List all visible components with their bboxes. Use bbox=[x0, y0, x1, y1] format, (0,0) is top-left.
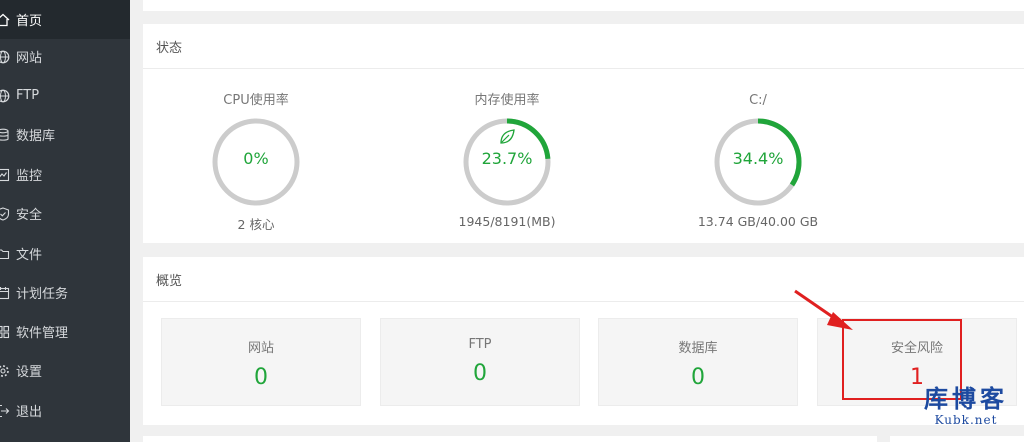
watermark-url: Kubk.net bbox=[934, 413, 998, 427]
overview-card-website[interactable]: 网站 0 bbox=[161, 318, 361, 406]
folder-icon bbox=[0, 247, 16, 261]
database-icon bbox=[0, 128, 16, 142]
gauge-title: C:/ bbox=[749, 93, 767, 108]
overview-card-ftp[interactable]: FTP 0 bbox=[380, 318, 580, 406]
gauge-ring: 23.7% bbox=[461, 116, 553, 208]
overview-card-database[interactable]: 数据库 0 bbox=[598, 318, 798, 406]
gauge-subtext: 13.74 GB/40.00 GB bbox=[697, 214, 819, 229]
sidebar-item-cron[interactable]: 计划任务 bbox=[0, 273, 130, 312]
leaf-icon[interactable] bbox=[500, 129, 515, 144]
overview-card-value: 0 bbox=[691, 365, 705, 390]
overview-card-value: 0 bbox=[254, 365, 268, 390]
calendar-icon bbox=[0, 286, 16, 300]
sidebar: 首页 网站 FTP 数据库 监控 安全 文件 计划任务 软件管理 设置 退出 bbox=[0, 0, 130, 442]
sidebar-item-label: 设置 bbox=[16, 365, 43, 380]
overview-card-label: FTP bbox=[468, 337, 492, 352]
sidebar-item-label: FTP bbox=[16, 88, 40, 103]
sidebar-item-software[interactable]: 软件管理 bbox=[0, 312, 130, 351]
disk-gauge: C:/ 34.4% 13.74 GB/40.00 GB bbox=[668, 92, 848, 229]
overview-card-label: 网站 bbox=[247, 341, 274, 356]
overview-card-value: 0 bbox=[473, 361, 487, 386]
sidebar-item-label: 网站 bbox=[16, 51, 43, 66]
cpu-gauge: CPU使用率 0% 2 核心 bbox=[166, 92, 346, 233]
sidebar-item-settings[interactable]: 设置 bbox=[0, 351, 130, 390]
gauge-subtext: 2 核心 bbox=[237, 217, 275, 232]
sidebar-item-files[interactable]: 文件 bbox=[0, 234, 130, 273]
gauge-title: CPU使用率 bbox=[223, 93, 289, 108]
sidebar-item-home[interactable]: 首页 bbox=[0, 0, 130, 39]
bottom-panel-right bbox=[890, 436, 1024, 442]
sidebar-item-label: 软件管理 bbox=[16, 326, 69, 341]
overview-panel-title: 概览 bbox=[143, 257, 1024, 302]
sidebar-item-logout[interactable]: 退出 bbox=[0, 391, 130, 430]
gauge-subtext: 1945/8191(MB) bbox=[458, 214, 556, 229]
sidebar-item-label: 安全 bbox=[16, 208, 43, 223]
sidebar-item-website[interactable]: 网站 bbox=[0, 37, 130, 76]
sidebar-item-monitor[interactable]: 监控 bbox=[0, 155, 130, 194]
monitor-icon bbox=[0, 168, 16, 182]
apps-icon bbox=[0, 325, 16, 339]
watermark-logo: 库博客 Kubk.net bbox=[908, 384, 1024, 428]
sidebar-item-ftp[interactable]: FTP bbox=[0, 76, 130, 115]
gauge-value: 34.4% bbox=[732, 149, 784, 168]
top-panel bbox=[143, 0, 1024, 11]
gear-icon bbox=[0, 364, 16, 378]
sidebar-item-database[interactable]: 数据库 bbox=[0, 115, 130, 154]
gauge-value: 0% bbox=[243, 149, 269, 168]
globe-icon bbox=[0, 89, 16, 103]
status-panel-title: 状态 bbox=[143, 24, 1024, 69]
gauge-title: 内存使用率 bbox=[474, 93, 540, 108]
sidebar-item-label: 计划任务 bbox=[16, 287, 69, 302]
sidebar-item-label: 首页 bbox=[16, 14, 43, 29]
overview-card-label: 数据库 bbox=[678, 341, 718, 356]
sidebar-item-label: 监控 bbox=[16, 169, 43, 184]
home-icon bbox=[0, 13, 16, 27]
gauge-ring: 34.4% bbox=[712, 116, 804, 208]
logout-icon bbox=[0, 404, 16, 418]
memory-gauge[interactable]: 内存使用率 23.7% 1945/8191(MB) bbox=[417, 92, 597, 229]
shield-icon bbox=[0, 206, 16, 221]
bottom-panel-left bbox=[143, 436, 877, 442]
sidebar-item-security[interactable]: 安全 bbox=[0, 194, 130, 233]
sidebar-item-label: 退出 bbox=[16, 405, 43, 420]
sidebar-item-label: 文件 bbox=[16, 248, 43, 263]
gauge-ring: 0% bbox=[210, 116, 302, 208]
globe-icon bbox=[0, 50, 16, 64]
watermark-title: 库博客 bbox=[924, 384, 1008, 413]
gauge-value: 23.7% bbox=[481, 149, 533, 168]
sidebar-item-label: 数据库 bbox=[16, 129, 56, 144]
